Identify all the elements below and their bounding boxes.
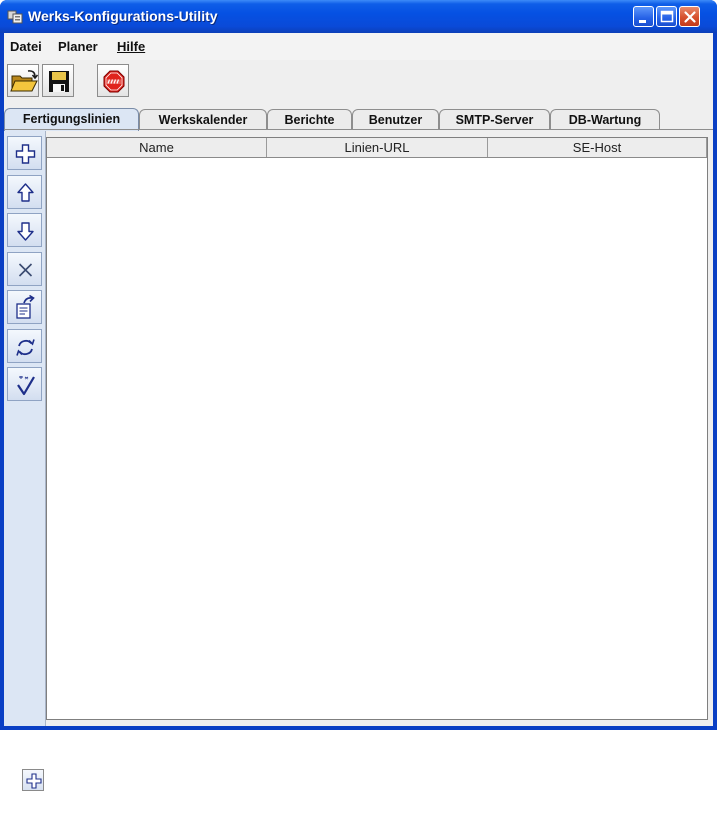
validate-check-icon xyxy=(17,376,35,396)
menu-planer[interactable]: Planer xyxy=(58,39,98,54)
app-icon xyxy=(7,10,23,24)
add-plus-icon xyxy=(26,773,42,789)
delete-line-button[interactable] xyxy=(7,252,42,286)
column-header-linien-url[interactable]: Linien-URL xyxy=(267,138,488,157)
column-header-name[interactable]: Name xyxy=(47,138,267,157)
validate-button[interactable] xyxy=(7,367,42,401)
table-header: Name Linien-URL SE-Host xyxy=(47,138,707,158)
add-plus-icon xyxy=(15,144,36,164)
open-button[interactable] xyxy=(7,64,39,97)
maximize-button[interactable] xyxy=(656,6,677,27)
refresh-cycle-icon xyxy=(16,339,35,356)
close-button[interactable] xyxy=(679,6,700,27)
tab-smtp-server[interactable]: SMTP-Server xyxy=(439,109,550,129)
main-toolbar xyxy=(4,60,713,104)
tab-werkskalender[interactable]: Werkskalender xyxy=(139,109,267,129)
stop-sign-icon xyxy=(103,70,125,93)
menu-bar: Datei Planer Hilfe xyxy=(4,33,713,60)
add-line-button[interactable] xyxy=(7,136,42,170)
minimize-button[interactable] xyxy=(633,6,654,27)
tab-strip: Fertigungslinien Werkskalender Berichte … xyxy=(4,108,713,131)
move-up-arrow-icon xyxy=(17,183,34,202)
minimize-icon xyxy=(639,20,646,23)
edit-document-icon xyxy=(16,294,35,319)
refresh-button[interactable] xyxy=(7,329,42,363)
tab-db-wartung[interactable]: DB-Wartung xyxy=(550,109,660,129)
column-header-se-host[interactable]: SE-Host xyxy=(488,138,707,157)
close-icon xyxy=(684,11,696,23)
edit-line-button[interactable] xyxy=(7,290,42,324)
delete-x-icon xyxy=(18,263,33,277)
tab-benutzer[interactable]: Benutzer xyxy=(352,109,439,129)
save-button[interactable] xyxy=(42,64,74,97)
maximize-icon xyxy=(660,10,674,23)
tab-fertigungslinien[interactable]: Fertigungslinien xyxy=(4,108,139,131)
move-down-arrow-icon xyxy=(17,222,34,241)
application-window: Werks-Konfigurations-Utility Datei Plane… xyxy=(0,0,717,730)
menu-datei[interactable]: Datei xyxy=(10,39,42,54)
menu-hilfe[interactable]: Hilfe xyxy=(117,39,145,54)
line-actions-toolbar xyxy=(4,131,46,726)
tab-berichte[interactable]: Berichte xyxy=(267,109,352,129)
window-client-area: Datei Planer Hilfe Fertigungslinien Werk… xyxy=(4,33,713,726)
title-bar[interactable]: Werks-Konfigurations-Utility xyxy=(0,0,717,33)
move-down-button[interactable] xyxy=(7,213,42,247)
floating-add-button[interactable] xyxy=(22,769,44,791)
stop-button[interactable] xyxy=(97,64,129,97)
tab-separator xyxy=(4,129,713,130)
window-title: Werks-Konfigurations-Utility xyxy=(28,8,218,24)
production-lines-table[interactable]: Name Linien-URL SE-Host xyxy=(46,137,708,720)
move-up-button[interactable] xyxy=(7,175,42,209)
open-folder-icon xyxy=(10,70,39,92)
save-disk-icon xyxy=(49,71,69,92)
